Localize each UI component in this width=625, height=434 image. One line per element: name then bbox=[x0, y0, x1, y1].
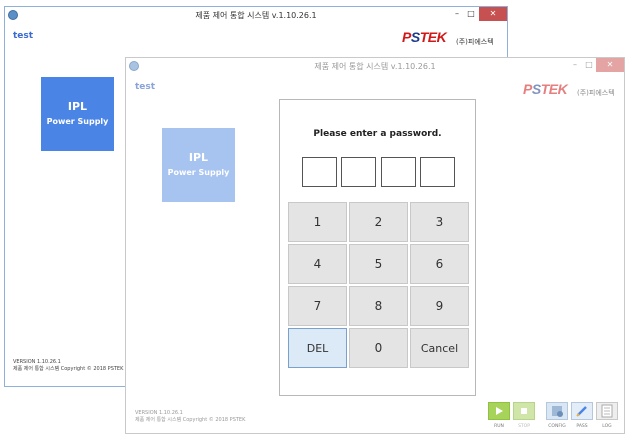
foreground-titlebar[interactable]: 제품 제어 통합 시스템 v.1.10.26.1 – □ ✕ bbox=[126, 58, 624, 76]
key-9[interactable]: 9 bbox=[410, 286, 469, 326]
version-text: VERSION 1.10.26.1 bbox=[135, 410, 183, 416]
close-button[interactable]: ✕ bbox=[596, 58, 624, 72]
stop-label: STOP bbox=[518, 424, 530, 429]
key-0[interactable]: 0 bbox=[349, 328, 408, 368]
company-name: (주)피에스텍 bbox=[456, 38, 494, 46]
copyright-text: 제품 제어 통합 시스템 Copyright © 2018 PSTEK bbox=[135, 417, 246, 423]
minimize-button[interactable]: – bbox=[450, 7, 464, 21]
key-4[interactable]: 4 bbox=[288, 244, 347, 284]
key-5[interactable]: 5 bbox=[349, 244, 408, 284]
config-button[interactable] bbox=[546, 402, 568, 420]
maximize-button[interactable]: □ bbox=[464, 7, 478, 21]
company-logo: PSTEK bbox=[402, 29, 447, 45]
ipl-power-supply-tile[interactable]: IPL Power Supply bbox=[162, 128, 235, 202]
pass-button[interactable] bbox=[571, 402, 593, 420]
pin-digit-1[interactable] bbox=[302, 157, 337, 187]
company-logo: PSTEK bbox=[523, 81, 568, 97]
pass-label: PASS bbox=[576, 424, 588, 429]
log-label: LOG bbox=[602, 424, 612, 429]
footer: VERSION 1.10.26.1 제품 제어 통합 시스템 Copyright… bbox=[135, 410, 245, 424]
ipl-power-supply-tile[interactable]: IPL Power Supply bbox=[41, 77, 114, 151]
window-title: 제품 제어 통합 시스템 v.1.10.26.1 bbox=[314, 62, 436, 71]
config-label: CONFIG bbox=[548, 424, 566, 429]
key-7[interactable]: 7 bbox=[288, 286, 347, 326]
company-name: (주)피에스텍 bbox=[577, 89, 615, 97]
maximize-button[interactable]: □ bbox=[582, 58, 596, 72]
background-titlebar[interactable]: 제품 제어 통합 시스템 v.1.10.26.1 – □ ✕ bbox=[5, 7, 507, 25]
key-2[interactable]: 2 bbox=[349, 202, 408, 242]
run-button[interactable] bbox=[488, 402, 510, 420]
log-button[interactable] bbox=[596, 402, 618, 420]
password-prompt: Please enter a password. bbox=[313, 129, 442, 139]
minimize-button[interactable]: – bbox=[568, 58, 582, 72]
cancel-button[interactable]: Cancel bbox=[410, 328, 469, 368]
play-icon bbox=[496, 407, 503, 415]
tile-title: IPL bbox=[188, 151, 209, 164]
settings-icon bbox=[552, 406, 563, 417]
app-name: test bbox=[13, 31, 34, 41]
key-1[interactable]: 1 bbox=[288, 202, 347, 242]
document-icon bbox=[601, 404, 613, 418]
pencil-icon bbox=[576, 406, 587, 417]
key-6[interactable]: 6 bbox=[410, 244, 469, 284]
key-3[interactable]: 3 bbox=[410, 202, 469, 242]
pin-digit-2[interactable] bbox=[341, 157, 376, 187]
footer: VERSION 1.10.26.1 제품 제어 통합 시스템 Copyright… bbox=[13, 359, 123, 373]
version-text: VERSION 1.10.26.1 bbox=[13, 359, 61, 365]
stop-button[interactable] bbox=[513, 402, 535, 420]
close-button[interactable]: ✕ bbox=[479, 7, 507, 21]
tile-subtitle: Power Supply bbox=[167, 168, 230, 177]
tile-subtitle: Power Supply bbox=[46, 117, 109, 126]
run-label: RUN bbox=[494, 424, 504, 429]
pin-digit-4[interactable] bbox=[420, 157, 455, 187]
key-8[interactable]: 8 bbox=[349, 286, 408, 326]
tile-title: IPL bbox=[67, 100, 88, 113]
delete-key[interactable]: DEL bbox=[288, 328, 347, 368]
pin-digit-3[interactable] bbox=[381, 157, 416, 187]
app-name: test bbox=[135, 82, 156, 92]
copyright-text: 제품 제어 통합 시스템 Copyright © 2018 PSTEK bbox=[13, 366, 124, 372]
stop-icon bbox=[521, 408, 527, 414]
password-dialog: Please enter a password. 1 2 3 4 5 6 7 8… bbox=[279, 99, 476, 396]
window-title: 제품 제어 통합 시스템 v.1.10.26.1 bbox=[195, 11, 317, 20]
